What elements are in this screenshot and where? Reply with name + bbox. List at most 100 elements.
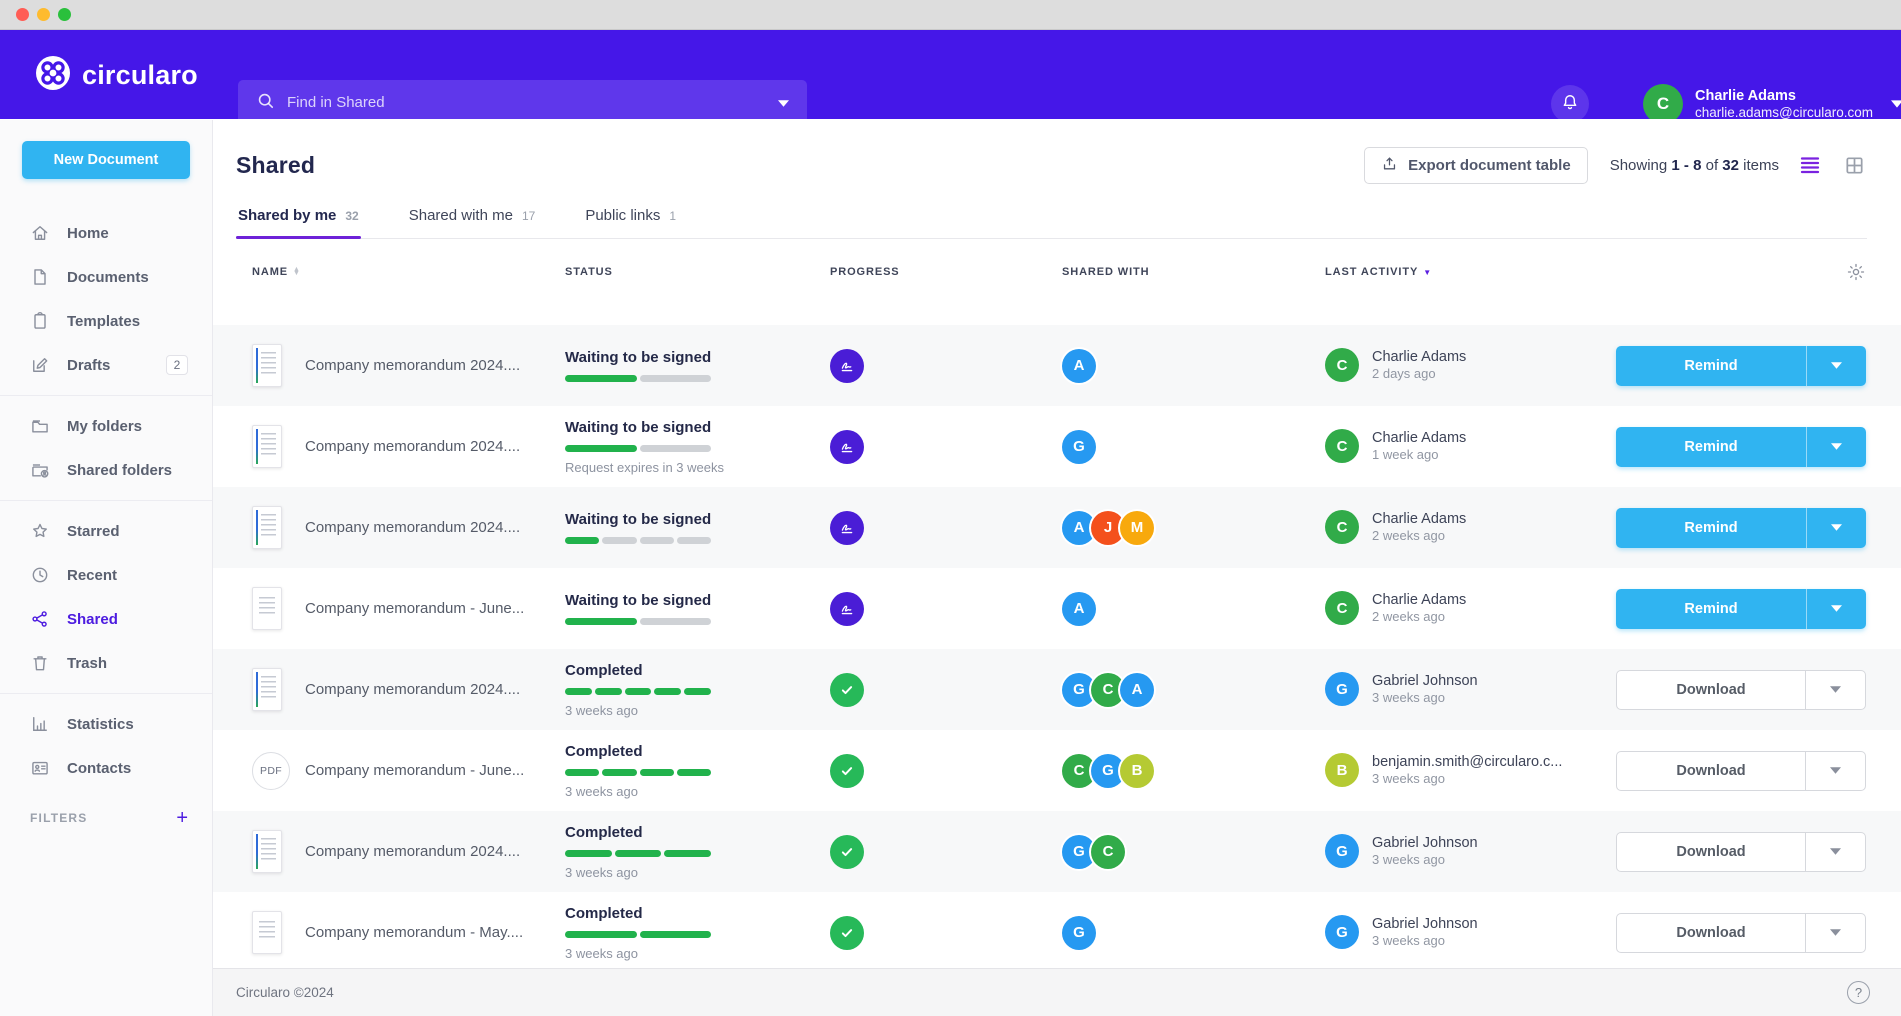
sort-icon[interactable]: ▲▼: [293, 268, 301, 276]
caret-down-icon[interactable]: [1806, 427, 1866, 467]
progress-bar: [565, 445, 711, 452]
shared-avatar: A: [1062, 592, 1096, 626]
sidebar-item-shared-folders[interactable]: Shared folders: [0, 448, 212, 492]
filters-section: FILTERS +: [30, 808, 188, 828]
sidebar-item-trash[interactable]: Trash: [0, 641, 212, 685]
search-scope-caret-icon[interactable]: [778, 94, 789, 112]
last-activity: G Gabriel Johnson 3 weeks ago: [1325, 915, 1616, 951]
progress-segment: [684, 688, 711, 695]
document-name[interactable]: Company memorandum 2024....: [305, 519, 520, 536]
last-activity-time: 3 weeks ago: [1372, 690, 1478, 707]
check-badge: [830, 916, 864, 950]
sidebar-item-statistics[interactable]: Statistics: [0, 702, 212, 746]
add-filter-button[interactable]: +: [176, 808, 188, 828]
template-icon: [30, 311, 50, 331]
grid-view-icon[interactable]: [1841, 152, 1867, 178]
column-name[interactable]: NAME ▲▼: [252, 266, 565, 278]
sidebar-item-label: Recent: [67, 567, 117, 584]
new-document-button[interactable]: New Document: [22, 141, 190, 179]
table-row: Company memorandum 2024.... Waiting to b…: [213, 487, 1901, 568]
sidebar-item-home[interactable]: Home: [0, 211, 212, 255]
sidebar-item-templates[interactable]: Templates: [0, 299, 212, 343]
document-name[interactable]: Company memorandum - June...: [305, 600, 524, 617]
caret-down-icon[interactable]: [1805, 833, 1865, 871]
remind-button[interactable]: Remind: [1616, 346, 1866, 386]
last-activity-avatar: G: [1325, 672, 1359, 706]
sidebar-item-contacts[interactable]: Contacts: [0, 746, 212, 790]
download-button[interactable]: Download: [1616, 670, 1866, 710]
last-activity-time: 3 weeks ago: [1372, 933, 1478, 950]
status-text: Completed: [565, 905, 830, 922]
trash-icon: [30, 653, 50, 673]
download-button[interactable]: Download: [1616, 832, 1866, 872]
last-activity-name: Gabriel Johnson: [1372, 672, 1478, 691]
status-subtext: 3 weeks ago: [565, 865, 830, 880]
document-name[interactable]: Company memorandum 2024....: [305, 438, 520, 455]
table-row: PDF Company memorandum - June... Complet…: [213, 730, 1901, 811]
download-button[interactable]: Download: [1616, 751, 1866, 791]
sidebar-item-my-folders[interactable]: My folders: [0, 404, 212, 448]
user-menu[interactable]: C Charlie Adams charlie.adams@circularo.…: [1643, 84, 1901, 124]
app-header: circularo C Charlie Adams charlie.adams@…: [0, 30, 1901, 119]
sidebar-item-label: Documents: [67, 269, 149, 286]
help-button[interactable]: ?: [1847, 981, 1870, 1004]
tab-public-links[interactable]: Public links1: [583, 207, 678, 238]
remind-button[interactable]: Remind: [1616, 508, 1866, 548]
window-close-button[interactable]: [16, 8, 29, 21]
download-button[interactable]: Download: [1616, 913, 1866, 953]
progress-bar: [565, 769, 711, 776]
document-name[interactable]: Company memorandum 2024....: [305, 843, 520, 860]
progress-segment: [602, 769, 636, 776]
tab-shared-by-me[interactable]: Shared by me32: [236, 207, 361, 238]
document-name[interactable]: Company memorandum 2024....: [305, 681, 520, 698]
sidebar-item-starred[interactable]: Starred: [0, 509, 212, 553]
export-document-table-button[interactable]: Export document table: [1364, 147, 1588, 184]
table-row: Company memorandum - June... Waiting to …: [213, 568, 1901, 649]
tab-shared-with-me[interactable]: Shared with me17: [407, 207, 538, 238]
shared-with-avatars: A: [1062, 592, 1325, 626]
remind-button[interactable]: Remind: [1616, 589, 1866, 629]
document-name[interactable]: Company memorandum 2024....: [305, 357, 520, 374]
document-name[interactable]: Company memorandum - June...: [305, 762, 524, 779]
stats-icon: [30, 714, 50, 734]
progress-segment: [565, 618, 637, 625]
window-zoom-button[interactable]: [58, 8, 71, 21]
caret-down-icon[interactable]: [1806, 508, 1866, 548]
progress-segment: [565, 688, 592, 695]
caret-down-icon[interactable]: [1805, 914, 1865, 952]
document-name[interactable]: Company memorandum - May....: [305, 924, 523, 941]
sidebar-item-label: Contacts: [67, 760, 131, 777]
remind-button[interactable]: Remind: [1616, 427, 1866, 467]
column-settings-icon[interactable]: [1616, 262, 1866, 282]
progress-segment: [565, 537, 599, 544]
shared-folder-icon: [30, 460, 50, 480]
progress-segment: [640, 537, 674, 544]
table-row: Company memorandum 2024.... Waiting to b…: [213, 406, 1901, 487]
shared-avatar: C: [1091, 835, 1125, 869]
sidebar-item-shared[interactable]: Shared: [0, 597, 212, 641]
last-activity: C Charlie Adams 1 week ago: [1325, 429, 1616, 465]
progress-segment: [595, 688, 622, 695]
caret-down-icon[interactable]: [1805, 671, 1865, 709]
sidebar-item-drafts[interactable]: Drafts 2: [0, 343, 212, 387]
search-input[interactable]: [287, 94, 766, 111]
notifications-button[interactable]: [1551, 85, 1589, 123]
column-progress: PROGRESS: [830, 266, 1062, 278]
sidebar-item-documents[interactable]: Documents: [0, 255, 212, 299]
progress-bar: [565, 688, 711, 695]
brand-logo[interactable]: circularo: [34, 54, 198, 97]
window-minimize-button[interactable]: [37, 8, 50, 21]
column-last-activity[interactable]: LAST ACTIVITY ▼: [1325, 266, 1616, 278]
caret-down-icon[interactable]: [1806, 346, 1866, 386]
caret-down-icon[interactable]: [1806, 589, 1866, 629]
home-icon: [30, 223, 50, 243]
progress-bar: [565, 375, 711, 382]
document-icon: PDF: [252, 752, 290, 790]
shared-avatar: A: [1062, 349, 1096, 383]
search-icon: [256, 91, 275, 115]
sidebar-item-recent[interactable]: Recent: [0, 553, 212, 597]
list-view-icon[interactable]: [1797, 152, 1823, 178]
caret-down-icon[interactable]: [1805, 752, 1865, 790]
progress-bar: [565, 537, 711, 544]
user-avatar: C: [1643, 84, 1683, 124]
